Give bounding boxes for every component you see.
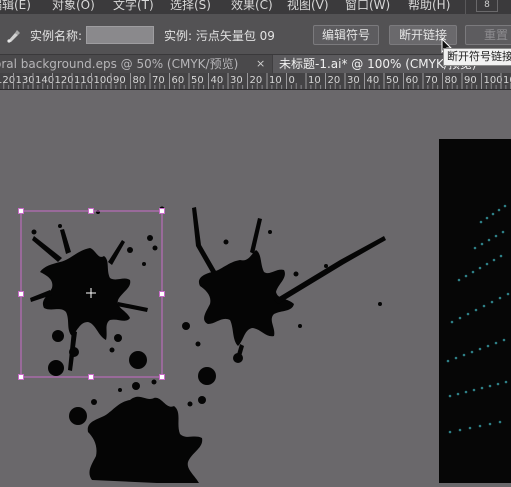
ink-splat-3	[69, 367, 216, 485]
ruler-label: 60	[172, 75, 185, 86]
ruler-label: 10	[269, 75, 282, 86]
ruler-label: 30	[347, 75, 360, 86]
ruler-label: 130	[16, 75, 35, 86]
document-canvas[interactable]	[0, 90, 511, 487]
menu-type[interactable]: 文字(T)	[113, 0, 154, 13]
ruler-label: 60	[406, 75, 419, 86]
ruler-label: 90	[464, 75, 477, 86]
ruler-label: 50	[191, 75, 204, 86]
tab-label: oral background.eps @ 50% (CMYK/预览)	[0, 57, 239, 71]
ruler-label: 20	[250, 75, 263, 86]
menu-view[interactable]: 视图(V)	[287, 0, 329, 13]
ruler-label: 110	[74, 75, 93, 86]
ruler-label: 30	[230, 75, 243, 86]
window-switcher-button[interactable]: 8	[476, 0, 498, 12]
canvas-art	[18, 139, 511, 487]
close-icon[interactable]: ×	[256, 55, 265, 73]
ruler-label: 120	[0, 75, 15, 86]
ruler-label: 140	[35, 75, 54, 86]
ruler-label: 70	[152, 75, 165, 86]
instance-name-label: 实例名称:	[30, 29, 83, 43]
ruler-label: 120	[55, 75, 74, 86]
ruler-label: 20	[328, 75, 341, 86]
menu-select[interactable]: 选择(S)	[170, 0, 211, 13]
menu-object[interactable]: 对象(O)	[52, 0, 95, 13]
ruler-label: 10	[503, 75, 511, 86]
ruler-label: 50	[386, 75, 399, 86]
instance-name-input[interactable]	[86, 26, 154, 44]
edit-symbol-button[interactable]: 编辑符号	[313, 25, 379, 45]
ruler-label: 80	[133, 75, 146, 86]
tab-coral-background[interactable]: oral background.eps @ 50% (CMYK/预览) ×	[0, 55, 272, 73]
control-bar: 实例名称: 实例: 污点矢量包 09 编辑符号 断开链接 重置	[0, 14, 511, 56]
menu-bar: 编辑(E) 对象(O) 文字(T) 选择(S) 效果(C) 视图(V) 窗口(W…	[0, 0, 511, 14]
ruler-label: 80	[445, 75, 458, 86]
ink-splat-selected	[30, 206, 165, 376]
ruler-ticks: 1201301401201101009080706050403020100102…	[0, 73, 511, 89]
menu-effect[interactable]: 效果(C)	[231, 0, 273, 13]
ruler-label: 0	[289, 75, 295, 86]
ruler-label: 100	[484, 75, 503, 86]
ruler-label: 10	[308, 75, 321, 86]
menu-window[interactable]: 窗口(W)	[345, 0, 390, 13]
reset-button[interactable]: 重置	[465, 25, 511, 45]
symbol-tool-icon	[6, 28, 22, 47]
break-link-tooltip: 断开符号链接	[443, 48, 511, 66]
menu-edit[interactable]: 编辑(E)	[0, 0, 31, 13]
ruler-label: 100	[94, 75, 113, 86]
instance-of-label: 实例: 污点矢量包 09	[164, 29, 275, 43]
ruler-label: 90	[113, 75, 126, 86]
ruler-label: 70	[425, 75, 438, 86]
document-tab-bar: oral background.eps @ 50% (CMYK/预览) × 未标…	[0, 55, 511, 73]
ink-splat-2	[182, 207, 386, 363]
menu-separator	[465, 0, 466, 14]
horizontal-ruler[interactable]: 1201301401201101009080706050403020100102…	[0, 73, 511, 90]
menu-help[interactable]: 帮助(H)	[408, 0, 450, 13]
ruler-label: 40	[367, 75, 380, 86]
ruler-label: 40	[211, 75, 224, 86]
